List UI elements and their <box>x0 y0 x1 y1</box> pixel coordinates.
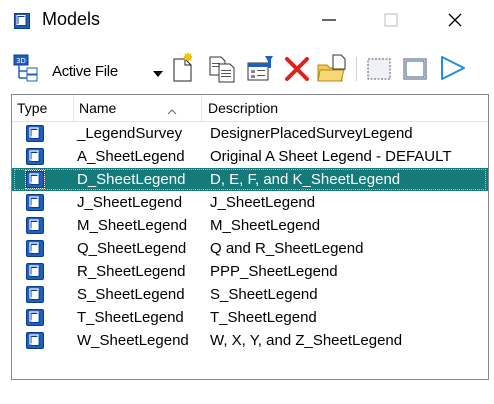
copy-model-icon[interactable] <box>208 55 236 88</box>
model-name: _LegendSurvey <box>77 125 183 142</box>
model-name: M_SheetLegend <box>77 217 188 234</box>
column-header-name-label: Name <box>79 100 117 116</box>
sheet-icon[interactable] <box>402 57 428 86</box>
column-header-description[interactable]: Description <box>202 95 488 121</box>
model-description: J_SheetLegend <box>210 194 316 211</box>
models-window-icon <box>14 13 30 29</box>
model-name: D_SheetLegend <box>77 171 186 188</box>
model-type-icon <box>25 170 45 189</box>
model-type-icon <box>26 309 44 326</box>
select-all-icon[interactable] <box>366 57 392 86</box>
list-rows: _LegendSurvey DesignerPlacedSurveyLegend A… <box>12 122 488 352</box>
minimize-icon <box>322 19 336 21</box>
list-item[interactable]: M_SheetLegend M_SheetLegend <box>12 214 488 237</box>
model-type-icon <box>26 240 44 257</box>
column-header-name[interactable]: Name <box>74 95 202 121</box>
model-type-icon <box>26 286 44 303</box>
sheet-view-icon[interactable] <box>439 54 467 87</box>
list-item[interactable]: _LegendSurvey DesignerPlacedSurveyLegend <box>12 122 488 145</box>
model-name: J_SheetLegend <box>77 194 183 211</box>
model-name: A_SheetLegend <box>77 148 185 165</box>
list-item[interactable]: D_SheetLegend D, E, F, and K_SheetLegend <box>12 168 488 191</box>
model-type-icon <box>26 194 44 211</box>
list-item[interactable]: R_SheetLegend PPP_SheetLegend <box>12 260 488 283</box>
title-bar[interactable]: Models <box>0 0 494 40</box>
model-description: Original A Sheet Legend - DEFAULT <box>210 148 452 165</box>
model-type-icon <box>26 217 44 234</box>
svg-text:3D: 3D <box>16 57 26 65</box>
import-model-icon[interactable] <box>317 53 347 88</box>
model-type-icon <box>26 148 44 165</box>
minimize-button[interactable] <box>306 0 352 40</box>
list-item[interactable]: A_SheetLegend Original A Sheet Legend - D… <box>12 145 488 168</box>
model-description: W, X, Y, and Z_SheetLegend <box>210 332 403 349</box>
column-header-type[interactable]: Type <box>12 95 74 121</box>
model-description: D, E, F, and K_SheetLegend <box>210 171 401 188</box>
models-tree-icon[interactable]: 3D <box>13 54 43 87</box>
model-name: T_SheetLegend <box>77 309 184 326</box>
window-title: Models <box>42 9 101 29</box>
model-type-icon <box>26 263 44 280</box>
close-icon <box>448 13 462 27</box>
sort-ascending-icon <box>167 98 177 124</box>
list-item[interactable]: S_SheetLegend S_SheetLegend <box>12 283 488 306</box>
model-description: M_SheetLegend <box>210 217 321 234</box>
close-button[interactable] <box>432 0 478 40</box>
list-item[interactable]: T_SheetLegend T_SheetLegend <box>12 306 488 329</box>
list-item[interactable]: Q_SheetLegend Q and R_SheetLegend <box>12 237 488 260</box>
delete-model-icon[interactable] <box>284 56 310 87</box>
model-description: PPP_SheetLegend <box>210 263 338 280</box>
model-name: S_SheetLegend <box>77 286 185 303</box>
model-type-icon <box>26 332 44 349</box>
chevron-down-icon[interactable] <box>153 66 163 84</box>
model-name: R_SheetLegend <box>77 263 186 280</box>
models-dialog: Models 3D Active File Type Name Descript… <box>0 0 494 404</box>
model-name: W_SheetLegend <box>77 332 189 349</box>
active-file-selector[interactable]: Active File <box>52 63 118 80</box>
model-properties-icon[interactable] <box>247 54 277 87</box>
model-description: T_SheetLegend <box>210 309 317 326</box>
model-name: Q_SheetLegend <box>77 240 187 257</box>
model-type-icon <box>26 125 44 142</box>
toolbar-separator <box>356 57 357 81</box>
list-item[interactable]: J_SheetLegend J_SheetLegend <box>12 191 488 214</box>
maximize-button[interactable] <box>368 0 414 40</box>
model-description: Q and R_SheetLegend <box>210 240 364 257</box>
model-description: S_SheetLegend <box>210 286 318 303</box>
new-model-icon[interactable] <box>170 53 196 88</box>
model-description: DesignerPlacedSurveyLegend <box>210 125 413 142</box>
toolbar: 3D Active File <box>0 44 494 90</box>
list-header: Type Name Description <box>12 95 488 122</box>
list-item[interactable]: W_SheetLegend W, X, Y, and Z_SheetLegend <box>12 329 488 352</box>
models-list[interactable]: Type Name Description _LegendSurvey Desig… <box>11 94 489 380</box>
maximize-icon <box>384 13 398 27</box>
